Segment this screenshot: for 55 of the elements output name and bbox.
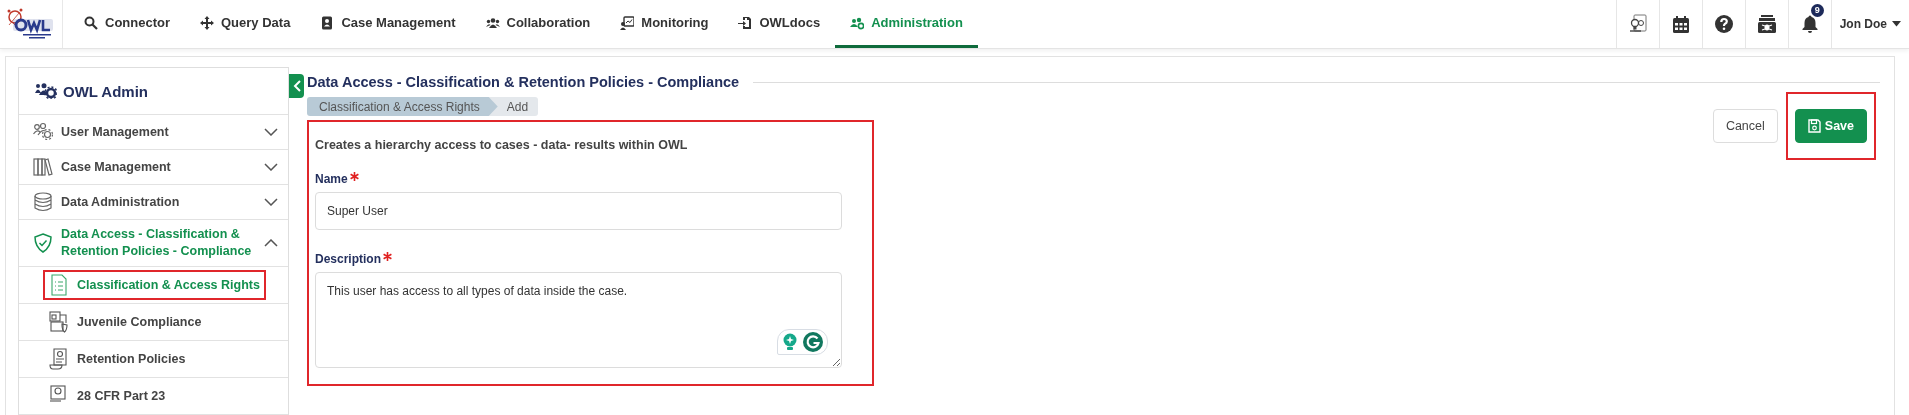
- caret-icon: [1892, 21, 1901, 27]
- chevron-down-icon: [264, 128, 278, 136]
- monitor-user-icon: [620, 15, 635, 30]
- chevron-up-icon: [264, 239, 278, 247]
- bell-icon: [1801, 15, 1818, 33]
- nav-tab[interactable]: Query Data: [185, 0, 306, 48]
- nav-tab[interactable]: Case Management: [305, 0, 471, 48]
- contact-card-icon: [320, 15, 335, 30]
- database-icon: [33, 192, 53, 212]
- submenu-item[interactable]: 28 CFR Part 23: [43, 381, 172, 411]
- user-menu[interactable]: Jon Doe: [1830, 0, 1909, 48]
- chevron-left-icon: [292, 80, 301, 92]
- submenu-item[interactable]: Classification & Access Rights: [43, 270, 266, 300]
- nav-tab[interactable]: Connector: [69, 0, 185, 48]
- nav-tab[interactable]: OWLdocs: [723, 0, 836, 48]
- cancel-button[interactable]: Cancel: [1712, 109, 1778, 143]
- submenu-item[interactable]: Retention Policies: [43, 344, 192, 374]
- document-import-icon: [738, 15, 753, 30]
- breadcrumb-item[interactable]: Add: [488, 97, 539, 116]
- search-icon: [84, 15, 98, 30]
- people-icon: [485, 15, 500, 30]
- scroll-icon: [49, 348, 69, 370]
- lightbulb-icon: [782, 333, 798, 351]
- chevron-down-icon: [264, 198, 278, 206]
- shield-check-icon: [33, 233, 53, 253]
- description-textarea[interactable]: This user has access to all types of data inside the case.: [315, 272, 842, 368]
- menu-item[interactable]: User Management: [19, 115, 288, 150]
- nav-tab[interactable]: Administration: [835, 0, 978, 48]
- chevron-down-icon: [264, 163, 278, 171]
- move-icon: [200, 15, 214, 30]
- notification-count: 9: [1810, 4, 1824, 17]
- submenu-item[interactable]: Juvenile Compliance: [43, 307, 208, 337]
- lock-document-icon: [49, 311, 69, 333]
- list-document-icon: [49, 274, 69, 296]
- name-input[interactable]: Super User: [315, 192, 842, 230]
- breadcrumb-item[interactable]: Classification & Access Rights: [307, 97, 498, 116]
- menu-item[interactable]: Data Administration: [19, 185, 288, 220]
- menu-item[interactable]: Data Access - Classification & Retention Policies - Compliance: [19, 220, 288, 267]
- writing-assistant-widget[interactable]: [777, 329, 828, 355]
- people-gear-icon: [850, 15, 865, 30]
- people-gear-icon: [35, 83, 57, 99]
- form-description: Creates a hierarchy access to cases - data- results within OWL: [315, 138, 689, 152]
- sidebar-title: OWL Admin: [63, 82, 148, 100]
- grammar-checker-icon: [803, 332, 823, 352]
- save-button[interactable]: Save: [1794, 109, 1867, 143]
- field-label: Name: [315, 172, 348, 186]
- page-title: Data Access - Classification & Retention Policies - Compliance: [307, 74, 740, 90]
- nav-tab[interactable]: Monitoring: [605, 0, 724, 48]
- books-icon: [33, 157, 53, 177]
- nav-tab[interactable]: Collaboration: [470, 0, 606, 48]
- field-label: Description: [315, 252, 381, 266]
- notifications-button[interactable]: 9: [1787, 0, 1831, 48]
- users-gear-icon: [33, 122, 53, 142]
- menu-item[interactable]: Case Management: [19, 150, 288, 185]
- collapse-sidebar-button[interactable]: [289, 74, 304, 98]
